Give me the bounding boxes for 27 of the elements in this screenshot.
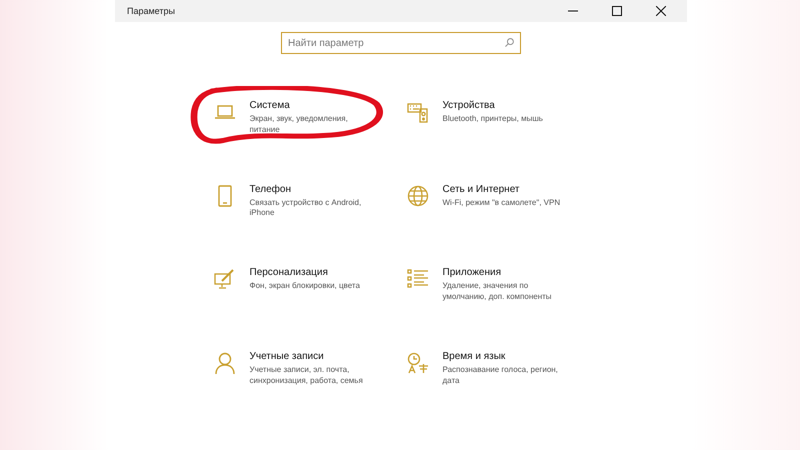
monitor-brush-icon bbox=[214, 268, 236, 290]
category-title[interactable]: Система bbox=[250, 100, 378, 111]
category-description: Wi-Fi, режим "в самолете", VPN bbox=[442, 198, 562, 208]
category-description: Связать устройство с Android, iPhone bbox=[250, 198, 362, 220]
category-title[interactable]: Персонализация bbox=[250, 267, 378, 278]
category-description: Bluetooth, принтеры, мышь bbox=[442, 114, 544, 125]
clock-letters-icon bbox=[406, 352, 428, 374]
category-description: Экран, звук, уведомления, питание bbox=[250, 114, 349, 136]
category-description: Удаление, значения по умолчанию, доп. компоненты bbox=[442, 281, 553, 303]
category-title[interactable]: Приложения bbox=[442, 267, 570, 278]
category-title[interactable]: Сеть и Интернет bbox=[442, 184, 570, 195]
category-title[interactable]: Устройства bbox=[442, 100, 570, 111]
category-description: Фон, экран блокировки, цвета bbox=[250, 281, 361, 292]
person-icon bbox=[214, 352, 236, 374]
category-title[interactable]: Телефон bbox=[250, 184, 378, 195]
globe-icon bbox=[406, 184, 428, 207]
keyboard-speaker-icon bbox=[406, 101, 428, 123]
search-icon bbox=[505, 38, 514, 47]
close-icon bbox=[656, 6, 666, 16]
category-title[interactable]: Время и язык bbox=[442, 350, 570, 362]
category-description: Учетные записи, эл. почта, синхронизация, работа, семья bbox=[250, 364, 364, 386]
category-description: Распознавание голоса, регион, дата bbox=[442, 364, 559, 386]
category-title[interactable]: Учетные записи bbox=[250, 350, 378, 362]
list-icon bbox=[406, 268, 428, 290]
search-field[interactable]: Найти параметр bbox=[281, 32, 521, 54]
window-title: Параметры bbox=[127, 6, 176, 16]
maximize-icon bbox=[612, 6, 622, 16]
